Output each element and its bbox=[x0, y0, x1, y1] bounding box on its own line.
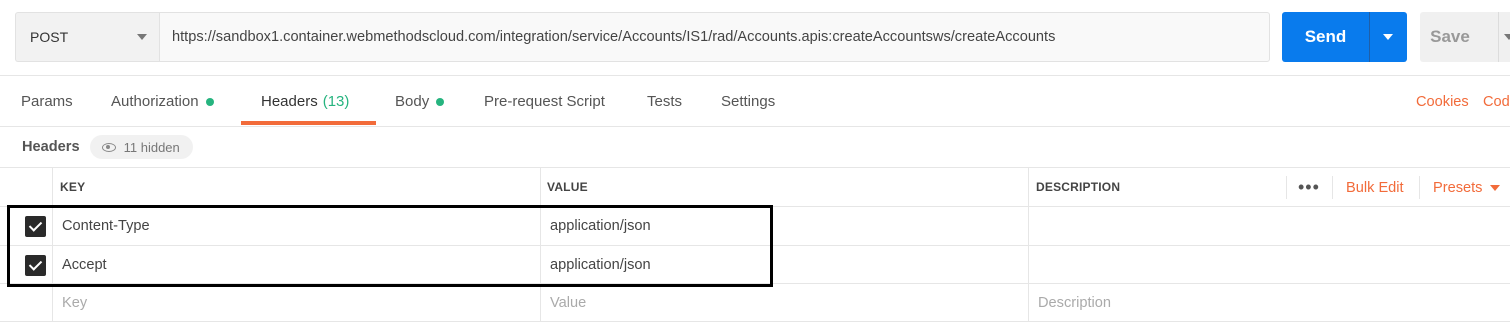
tab-body[interactable]: Body bbox=[395, 76, 445, 127]
cookies-link[interactable]: Cookies bbox=[1416, 76, 1469, 127]
section-title: Headers bbox=[22, 139, 80, 155]
tab-label: Params bbox=[21, 93, 73, 110]
code-link[interactable]: Code bbox=[1483, 76, 1510, 127]
eye-icon bbox=[101, 142, 116, 152]
description-cell[interactable] bbox=[1038, 207, 1498, 245]
tab-authorization[interactable]: Authorization bbox=[111, 76, 214, 127]
table-row-new: Key Value Description bbox=[0, 283, 1510, 322]
header-divider bbox=[1332, 176, 1333, 199]
request-bar: POST https://sandbox1.container.webmetho… bbox=[0, 0, 1510, 76]
bulk-edit-link[interactable]: Bulk Edit bbox=[1346, 168, 1404, 207]
send-options-chevron-down-icon[interactable] bbox=[1370, 12, 1407, 62]
tab-label: Body bbox=[395, 93, 430, 110]
tab-tests[interactable]: Tests bbox=[647, 76, 682, 127]
description-cell[interactable] bbox=[1038, 246, 1498, 283]
status-dot-icon bbox=[205, 97, 214, 106]
hidden-headers-toggle[interactable]: 11 hidden bbox=[89, 135, 193, 159]
tab-label: Settings bbox=[721, 93, 776, 110]
chevron-down-icon bbox=[137, 34, 147, 40]
tab-label: Tests bbox=[647, 93, 683, 110]
column-header-key: KEY bbox=[60, 180, 86, 194]
method-select[interactable]: POST bbox=[15, 12, 159, 62]
highlight-annotation bbox=[7, 205, 773, 287]
method-label: POST bbox=[30, 29, 69, 45]
column-header-description: DESCRIPTION bbox=[1036, 180, 1121, 194]
presets-label: Presets bbox=[1433, 179, 1483, 196]
chevron-down-icon bbox=[1490, 184, 1501, 191]
tab-params[interactable]: Params bbox=[21, 76, 73, 127]
headers-subheader: Headers 11 hidden bbox=[22, 135, 193, 159]
save-button[interactable]: Save bbox=[1420, 12, 1480, 62]
table-header-row: KEY VALUE DESCRIPTION ••• Bulk Edit Pres… bbox=[0, 167, 1510, 206]
header-divider bbox=[1286, 176, 1287, 199]
column-header-value: VALUE bbox=[547, 180, 588, 194]
save-options-chevron-down-icon[interactable] bbox=[1499, 12, 1510, 62]
send-button-group: Send bbox=[1282, 12, 1407, 62]
description-input[interactable]: Description bbox=[1038, 284, 1111, 321]
more-options-icon[interactable]: ••• bbox=[1298, 168, 1320, 207]
tab-headers[interactable]: Headers (13) bbox=[261, 76, 349, 127]
url-input[interactable]: https://sandbox1.container.webmethodsclo… bbox=[159, 12, 1270, 62]
request-tabs: Params Authorization Headers (13) Body P… bbox=[0, 76, 1510, 127]
tab-label: Authorization bbox=[111, 93, 199, 110]
value-input[interactable]: Value bbox=[550, 284, 586, 321]
header-divider bbox=[1419, 176, 1420, 199]
status-dot-icon bbox=[436, 97, 445, 106]
send-button[interactable]: Send bbox=[1282, 12, 1369, 62]
tab-settings[interactable]: Settings bbox=[721, 76, 775, 127]
tab-count: (13) bbox=[322, 93, 350, 110]
tab-label: Pre-request Script bbox=[484, 93, 605, 110]
hidden-count-label: 11 hidden bbox=[123, 139, 180, 155]
tab-pre-request-script[interactable]: Pre-request Script bbox=[484, 76, 605, 127]
key-input[interactable]: Key bbox=[62, 284, 87, 321]
presets-dropdown[interactable]: Presets bbox=[1433, 168, 1501, 207]
save-button-group: Save bbox=[1420, 12, 1510, 62]
active-tab-indicator bbox=[241, 121, 376, 125]
tab-label: Headers bbox=[261, 93, 318, 110]
